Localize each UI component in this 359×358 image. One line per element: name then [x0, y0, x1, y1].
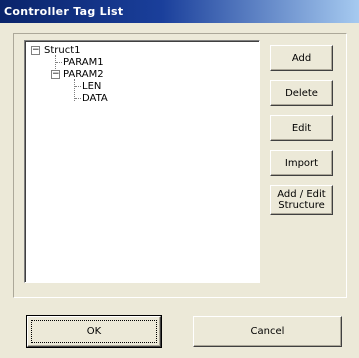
- add-button[interactable]: Add: [270, 45, 333, 71]
- tree-connector: [75, 86, 81, 87]
- tree-connector: [75, 98, 81, 99]
- controller-tag-list-dialog: Controller Tag List − Struct1 PARAM1 − P…: [0, 0, 359, 358]
- tree-connector: [56, 62, 62, 63]
- delete-button[interactable]: Delete: [270, 80, 333, 106]
- tree-node-len[interactable]: LEN: [82, 81, 101, 92]
- tree-node-data[interactable]: DATA: [82, 93, 108, 104]
- collapse-icon[interactable]: −: [51, 70, 60, 79]
- collapse-icon[interactable]: −: [31, 46, 40, 55]
- edit-button[interactable]: Edit: [270, 115, 333, 141]
- ok-button[interactable]: OK: [26, 315, 162, 348]
- cancel-button[interactable]: Cancel: [193, 316, 342, 347]
- import-button[interactable]: Import: [270, 150, 333, 176]
- add-edit-structure-button[interactable]: Add / Edit Structure: [270, 185, 333, 215]
- tree-node-param2[interactable]: PARAM2: [63, 69, 104, 80]
- tag-tree-view[interactable]: − Struct1 PARAM1 − PARAM2 LEN DATA: [24, 40, 260, 283]
- title-bar: Controller Tag List: [0, 0, 359, 23]
- tree-node-param1[interactable]: PARAM1: [63, 57, 104, 68]
- focus-indicator: [31, 320, 157, 343]
- tree-node-struct1[interactable]: Struct1: [44, 45, 81, 56]
